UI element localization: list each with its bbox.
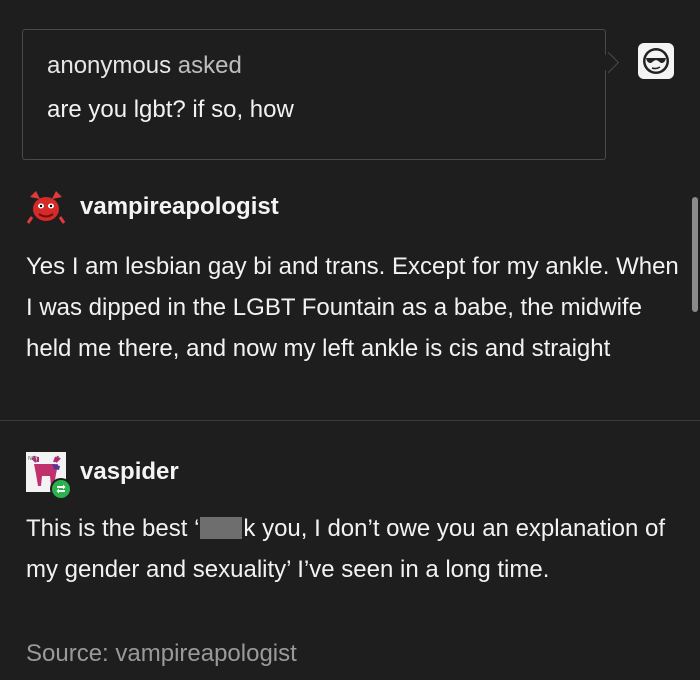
post-separator — [0, 420, 700, 421]
ask-asker-line: anonymous asked — [47, 52, 242, 80]
red-creature-avatar-icon[interactable] — [26, 187, 66, 227]
moose-avatar-icon[interactable]: NSS — [26, 452, 72, 500]
post-body-vampireapologist: Yes I am lesbian gay bi and trans. Excep… — [26, 253, 679, 362]
sunglasses-icon[interactable] — [638, 43, 674, 79]
username-vaspider[interactable]: vaspider — [80, 458, 179, 486]
asked-label: asked — [177, 52, 242, 79]
username-vampireapologist[interactable]: vampireapologist — [80, 193, 279, 221]
post-header-vaspider: NSS vaspider — [26, 452, 179, 500]
scrollbar[interactable] — [692, 197, 698, 312]
ask-box: anonymous asked are you lgbt? if so, how — [22, 29, 606, 160]
reblog-icon — [50, 478, 72, 500]
post-body-vaspider: This is the best ‘k you, I don’t owe you… — [26, 508, 676, 590]
svg-text:NSS: NSS — [28, 456, 38, 462]
source-link[interactable]: Source: vampireapologist — [26, 640, 297, 668]
censor-block — [200, 517, 243, 539]
asker-name[interactable]: anonymous — [47, 52, 171, 79]
ask-question: are you lgbt? if so, how — [47, 96, 294, 123]
post-header-vampireapologist: vampireapologist — [26, 187, 279, 227]
post-body-part-1: This is the best ‘ — [26, 515, 200, 542]
